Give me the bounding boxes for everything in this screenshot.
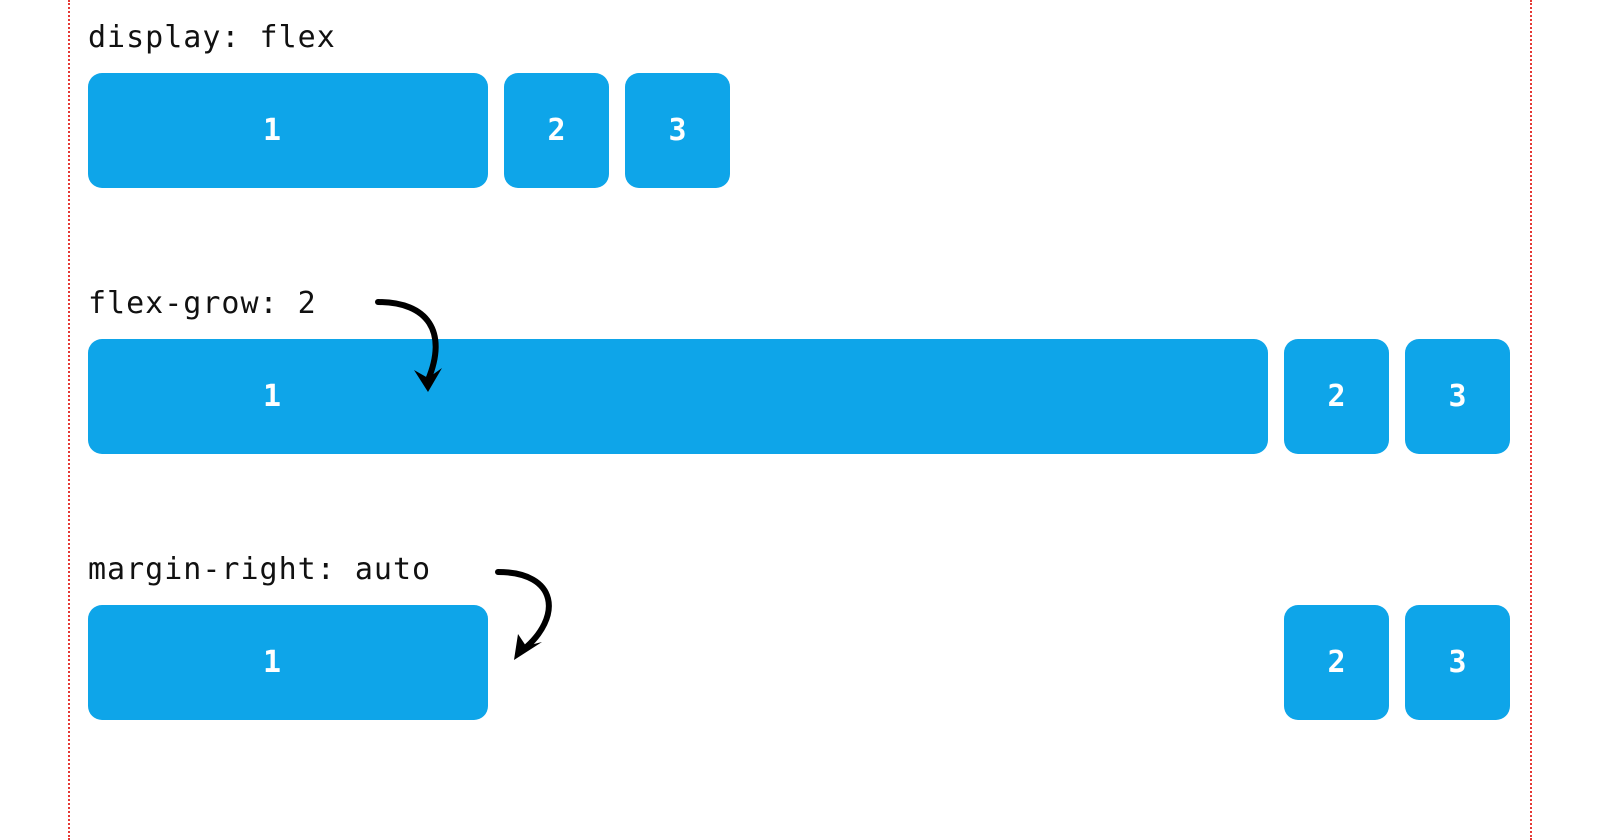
box-label: 3 xyxy=(1448,379,1466,414)
section-label-3: margin-right: auto xyxy=(88,552,1510,587)
section-display-flex: display: flex 1 2 3 xyxy=(88,20,1510,188)
section-label-2: flex-grow: 2 xyxy=(88,286,1510,321)
flex-row-2: 1 2 3 xyxy=(88,339,1510,454)
box-label: 2 xyxy=(547,113,565,148)
flex-box-1-2: 2 xyxy=(504,73,609,188)
diagram-content: display: flex 1 2 3 flex-grow: 2 1 2 3 m… xyxy=(68,0,1530,720)
section-margin-right-auto: margin-right: auto 1 2 3 xyxy=(88,552,1510,720)
flex-box-1-1: 1 xyxy=(88,73,488,188)
box-label: 2 xyxy=(1327,645,1345,680)
section-flex-grow: flex-grow: 2 1 2 3 xyxy=(88,286,1510,454)
flex-box-3-1: 1 xyxy=(88,605,488,720)
box-label: 1 xyxy=(263,645,281,680)
box-label: 2 xyxy=(1327,379,1345,414)
flex-box-3-2: 2 xyxy=(1284,605,1389,720)
arrow-callout-icon xyxy=(368,292,488,402)
guide-line-right xyxy=(1530,0,1532,840)
flex-box-3-3: 3 xyxy=(1405,605,1510,720)
arrow-callout-icon xyxy=(488,562,608,672)
box-label: 1 xyxy=(263,379,281,414)
flex-box-2-2: 2 xyxy=(1284,339,1389,454)
flex-box-2-3: 3 xyxy=(1405,339,1510,454)
box-label: 3 xyxy=(1448,645,1466,680)
box-label: 3 xyxy=(668,113,686,148)
flex-box-2-1: 1 xyxy=(88,339,1268,454)
section-label-1: display: flex xyxy=(88,20,1510,55)
flex-box-1-3: 3 xyxy=(625,73,730,188)
flex-row-3: 1 2 3 xyxy=(88,605,1510,720)
flex-row-1: 1 2 3 xyxy=(88,73,1510,188)
box-label: 1 xyxy=(263,113,281,148)
